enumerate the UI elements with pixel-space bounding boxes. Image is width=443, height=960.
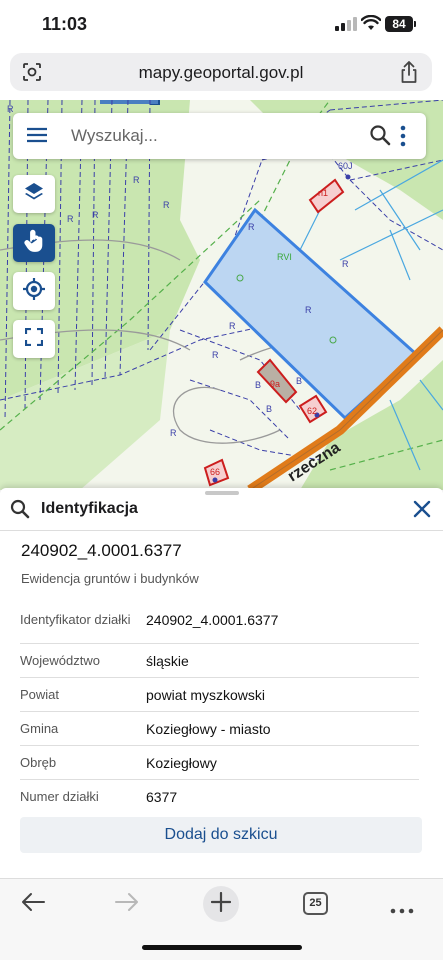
table-row: Gmina Koziegłowy - miasto bbox=[20, 712, 419, 746]
fullscreen-button[interactable] bbox=[13, 320, 55, 358]
share-icon[interactable] bbox=[399, 60, 419, 89]
address-bar[interactable]: mapy.geoportal.gov.pl bbox=[10, 53, 432, 91]
attr-key: Województwo bbox=[20, 652, 100, 668]
attr-key: Powiat bbox=[20, 686, 60, 702]
map-label-r: R bbox=[7, 104, 14, 114]
map-label-r: R bbox=[212, 350, 219, 360]
map-label-b: B bbox=[266, 404, 272, 414]
attr-key: Gmina bbox=[20, 720, 59, 736]
map-label-b: B bbox=[296, 376, 302, 386]
attr-value: Koziegłowy bbox=[146, 754, 217, 771]
map-label-r: R bbox=[92, 210, 99, 220]
table-row: Obręb Koziegłowy bbox=[20, 746, 419, 780]
close-icon[interactable] bbox=[413, 500, 431, 523]
status-time: 11:03 bbox=[42, 14, 88, 34]
attr-value: powiat myszkowski bbox=[146, 686, 266, 703]
table-row: Powiat powiat myszkowski bbox=[20, 678, 419, 712]
map-label-r: R bbox=[305, 305, 312, 315]
identification-panel: Identyfikacja 240902_4.0001.6377 Ewidenc… bbox=[0, 488, 443, 878]
menu-icon[interactable] bbox=[27, 127, 47, 148]
map-label-62: 62 bbox=[307, 406, 317, 416]
back-icon[interactable] bbox=[20, 889, 46, 920]
map-search-bar bbox=[13, 113, 426, 159]
fullscreen-icon bbox=[24, 327, 44, 351]
search-input[interactable] bbox=[71, 124, 351, 148]
home-indicator bbox=[142, 945, 302, 950]
search-icon bbox=[10, 499, 30, 524]
map-label-n1: n1 bbox=[318, 188, 328, 198]
map-label-b: B bbox=[255, 380, 261, 390]
layers-button[interactable] bbox=[13, 175, 55, 213]
map-label-r: R bbox=[229, 321, 236, 331]
forward-icon[interactable] bbox=[114, 889, 140, 920]
table-row: Numer działki 6377 bbox=[20, 780, 419, 814]
identify-button[interactable] bbox=[13, 224, 55, 262]
plus-icon bbox=[210, 891, 232, 917]
attr-value: 240902_4.0001.6377 bbox=[146, 611, 279, 628]
map-label-r: R bbox=[170, 428, 177, 438]
map-label-r: R bbox=[163, 200, 170, 210]
map-label-r: R bbox=[248, 222, 255, 232]
battery-tip bbox=[414, 21, 416, 27]
layers-icon bbox=[23, 181, 45, 208]
attr-key: Identyfikator działki bbox=[20, 611, 131, 627]
battery-indicator: 84 bbox=[385, 16, 413, 32]
new-tab-button[interactable] bbox=[203, 886, 239, 922]
parcel-subtitle: Ewidencja gruntów i budynków bbox=[21, 571, 199, 586]
more-vert-icon[interactable] bbox=[399, 125, 407, 152]
attr-value: śląskie bbox=[146, 652, 189, 669]
parcel-id: 240902_4.0001.6377 bbox=[21, 541, 182, 560]
attr-key: Obręb bbox=[20, 754, 57, 770]
attr-value: 6377 bbox=[146, 789, 178, 805]
add-to-sketch-button[interactable]: Dodaj do szkicu bbox=[20, 817, 422, 853]
table-row: Identyfikator działki 240902_4.0001.6377 bbox=[20, 596, 419, 644]
map-label-rvi: RVI bbox=[277, 252, 292, 262]
map-label-r: R bbox=[133, 175, 140, 185]
browser-toolbar: mapy.geoportal.gov.pl bbox=[0, 50, 443, 100]
wifi-icon bbox=[360, 14, 382, 36]
search-icon[interactable] bbox=[369, 124, 391, 151]
touch-icon bbox=[23, 229, 45, 258]
map-label-9a: 9a bbox=[270, 379, 280, 389]
map-label-r: R bbox=[67, 214, 74, 224]
map-label-r: R bbox=[342, 259, 349, 269]
panel-header: Identyfikacja bbox=[0, 488, 443, 531]
tabs-count-button[interactable]: 25 bbox=[303, 892, 328, 915]
attr-value: Koziegłowy - miasto bbox=[146, 720, 271, 737]
map-label-60j: 60J bbox=[338, 161, 353, 171]
attributes-table: Identyfikator działki 240902_4.0001.6377… bbox=[20, 596, 419, 814]
locate-icon bbox=[22, 277, 46, 306]
attr-key: Numer działki bbox=[20, 789, 99, 804]
table-row: Województwo śląskie bbox=[20, 644, 419, 678]
signal-icon bbox=[335, 17, 357, 31]
panel-title: Identyfikacja bbox=[41, 500, 138, 517]
map-label-66: 66 bbox=[210, 467, 220, 477]
status-bar: 11:03 84 bbox=[0, 0, 443, 50]
url-text[interactable]: mapy.geoportal.gov.pl bbox=[10, 63, 432, 83]
more-horiz-icon[interactable] bbox=[390, 901, 414, 919]
locate-button[interactable] bbox=[13, 272, 55, 310]
drag-handle[interactable] bbox=[205, 491, 239, 495]
